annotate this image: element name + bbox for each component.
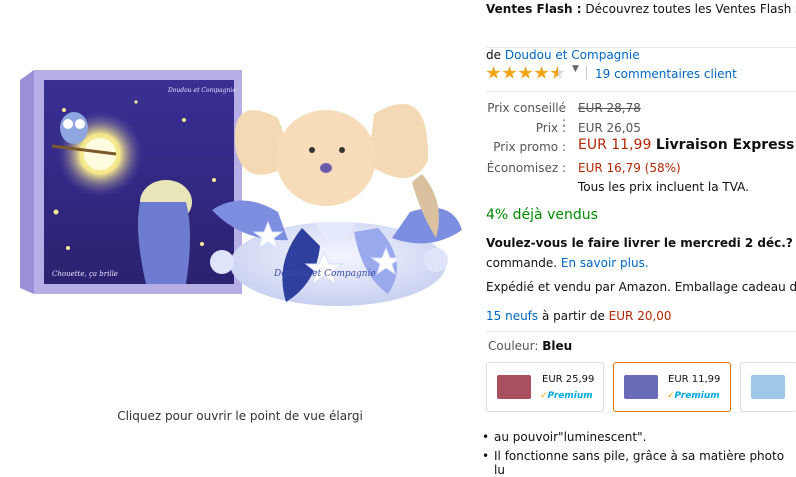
flash-title: Ventes Flash : (486, 2, 582, 16)
savings-label: Économisez : (486, 161, 566, 175)
swatch-price: EUR 25,99 (542, 374, 595, 385)
prime-label: Premium (674, 391, 720, 401)
flash-sales-banner: Ventes Flash : Découvrez toutes les Vent… (486, 2, 796, 16)
image-caption[interactable]: Cliquez pour ouvrir le point de vue élar… (0, 409, 480, 423)
learn-more-link[interactable]: En savoir plus. (561, 256, 649, 270)
star-rating[interactable] (486, 66, 566, 80)
brand-link[interactable]: Doudou et Compagnie (505, 48, 640, 62)
product-photo: Doudou et Compagnie Chouette, ça brille … (20, 70, 462, 306)
offers-price: EUR 20,00 (608, 309, 672, 323)
shipped-by-text: Expédié et vendu par Amazon. Emballage c… (486, 280, 796, 294)
divider (486, 91, 796, 92)
sold-percentage: 4% déjà vendus (486, 207, 598, 223)
promo-price-label: Prix promo : (493, 140, 566, 154)
swatch-thumbnail (751, 375, 785, 399)
prime-badge: ✓Premium (667, 391, 720, 401)
check-icon: ✓ (540, 391, 548, 401)
tax-note: Tous les prix incluent la TVA. (578, 180, 749, 194)
delivery-text: commande. (486, 256, 558, 270)
feature-bullet: Il fonctionne sans pile, grâce à sa mati… (482, 449, 796, 477)
divider (586, 66, 589, 80)
offers-line: 15 neufs à partir de EUR 20,00 (486, 309, 672, 323)
price-value: EUR 26,05 (578, 121, 641, 135)
savings-value: EUR 16,79 (58%) (578, 161, 681, 175)
divider (486, 331, 796, 332)
swatch-price: EUR 11,99 (668, 374, 721, 385)
star-icon (518, 66, 533, 79)
color-swatch[interactable]: EUR 25,99 ✓Premium (486, 362, 604, 412)
swatch-thumbnail (624, 375, 658, 399)
swatch-thumbnail (497, 375, 531, 399)
half-star-icon (550, 66, 565, 79)
box-brand-text: Doudou et Compagnie (167, 87, 236, 94)
delivery-line2: commande. En savoir plus. (486, 256, 649, 270)
check-icon: ✓ (667, 391, 675, 401)
delivery-question: Voulez-vous le faire livrer le mercredi … (486, 236, 796, 250)
star-icon (486, 66, 501, 79)
flash-text: Découvrez toutes les Ventes Flash sur le… (585, 2, 796, 16)
list-price-value: EUR 28,78 (578, 101, 641, 115)
color-selector-label: Couleur: Bleu (488, 339, 572, 353)
promo-price: EUR 11,99 Livraison Express (578, 137, 794, 153)
color-label: Couleur: (488, 339, 539, 353)
reviews-link[interactable]: 19 commentaires client (595, 67, 737, 81)
product-image[interactable]: Doudou et Compagnie Chouette, ça brille … (16, 62, 472, 312)
promo-price-value: EUR 11,99 (578, 137, 652, 153)
offers-from: à partir de (541, 309, 605, 323)
feature-bullet: au pouvoir"luminescent". (482, 430, 646, 444)
color-value: Bleu (542, 339, 573, 353)
price-label: Prix : (535, 121, 566, 135)
star-icon (534, 66, 549, 79)
prime-badge: ✓Premium (540, 391, 593, 401)
express-delivery-text: Livraison Express (655, 137, 795, 153)
prime-label: Premium (547, 391, 593, 401)
new-offers-link[interactable]: 15 neufs (486, 309, 538, 323)
box-caption-text: Chouette, ça brille (52, 270, 118, 278)
color-swatch[interactable] (740, 362, 796, 412)
byline-prefix: de (486, 48, 501, 62)
color-swatch-selected[interactable]: EUR 11,99 ✓Premium (613, 362, 731, 412)
star-icon (502, 66, 517, 79)
toy-brand-text: Doudou et Compagnie (273, 269, 376, 279)
byline: de Doudou et Compagnie (486, 48, 640, 62)
chevron-down-icon[interactable]: ▼ (572, 64, 579, 74)
